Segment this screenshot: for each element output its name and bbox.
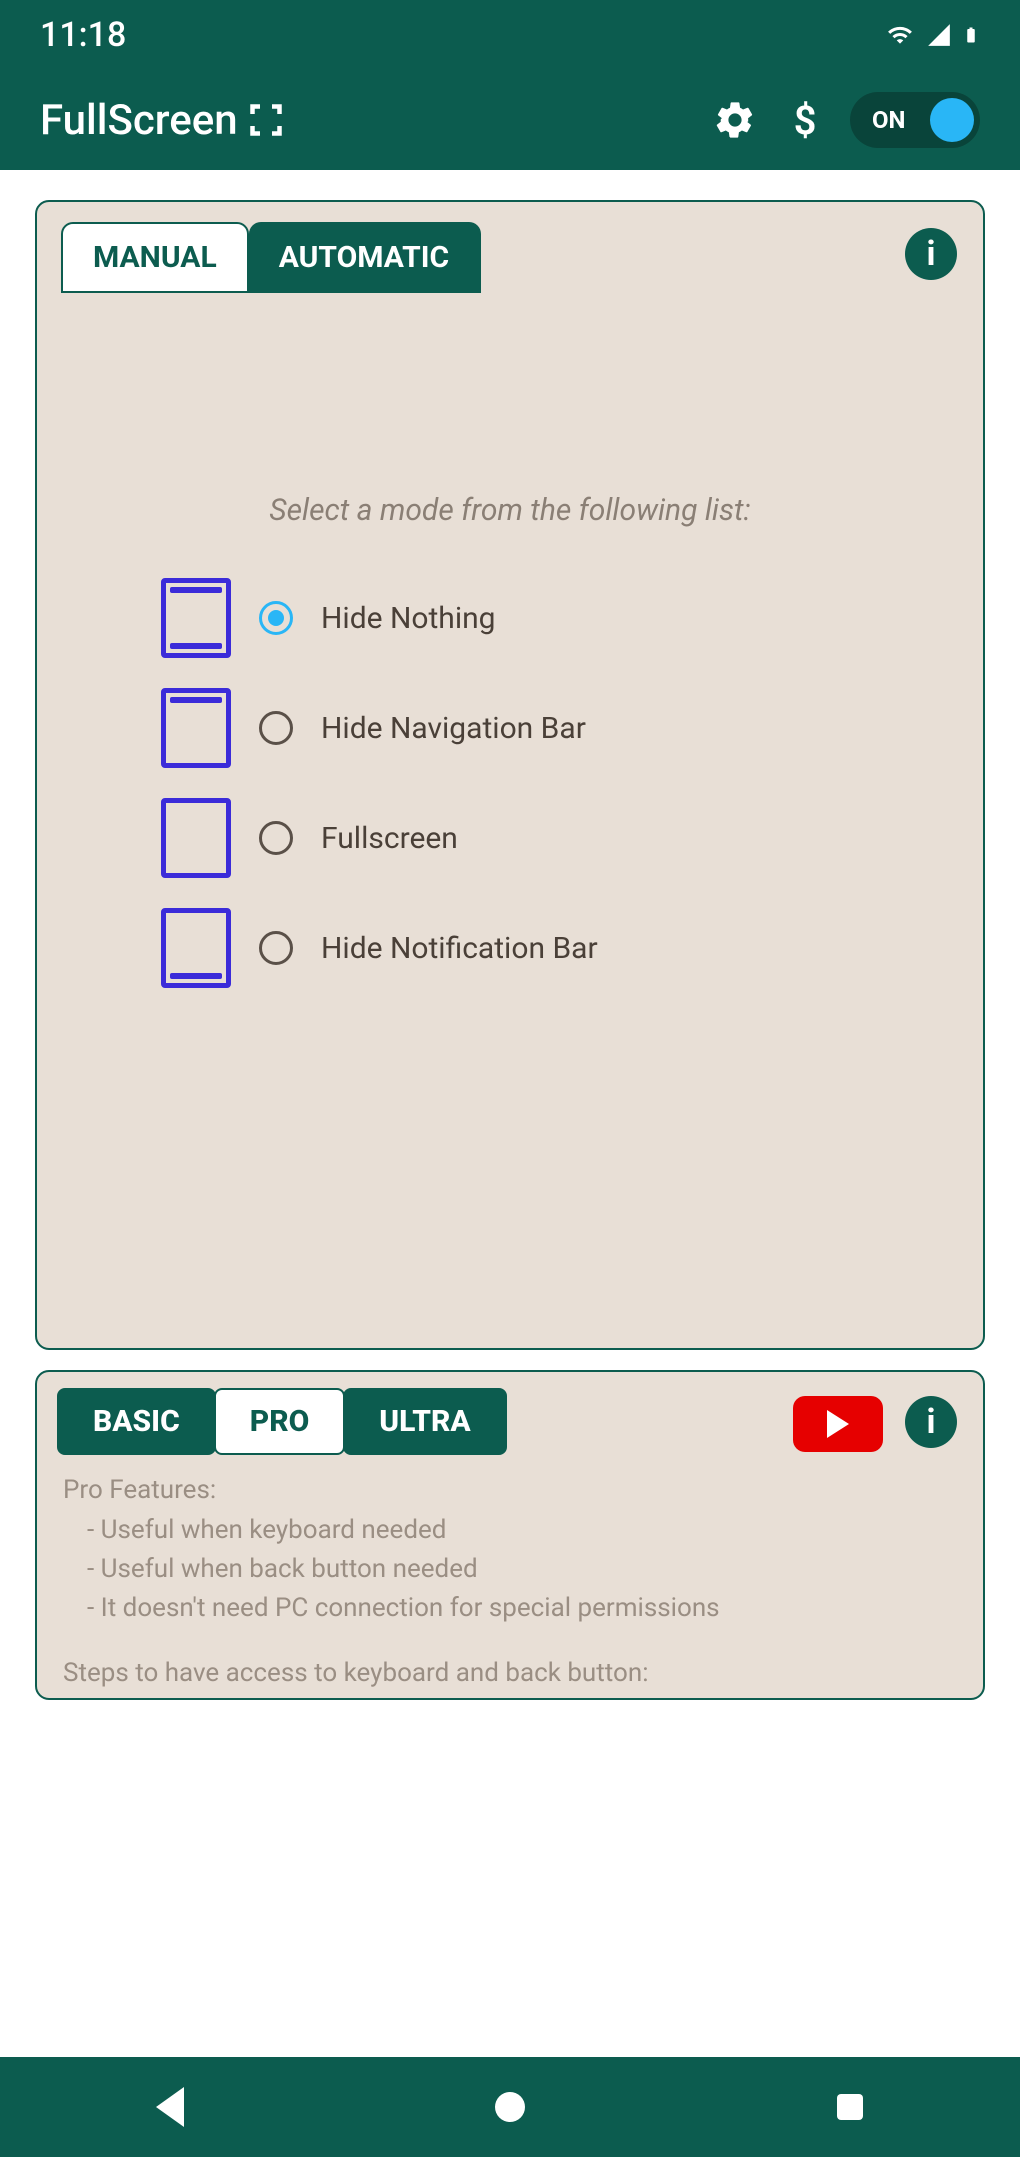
navigation-bar: [0, 2057, 1020, 2157]
tab-automatic[interactable]: AUTOMATIC: [249, 222, 481, 293]
features-title: Pro Features:: [63, 1475, 963, 1505]
mode-label: Fullscreen: [321, 821, 458, 856]
feature-item: It doesn't need PC connection for specia…: [87, 1589, 963, 1628]
nav-home-button[interactable]: [480, 2077, 540, 2137]
radio: [259, 711, 293, 745]
plan-tab-ultra[interactable]: ULTRA: [343, 1388, 506, 1455]
feature-item: Useful when back button needed: [87, 1550, 963, 1589]
phone-full-icon: [161, 578, 231, 658]
app-title: FullScreen: [40, 96, 690, 145]
tab-manual[interactable]: MANUAL: [61, 222, 249, 293]
feature-item: Useful when keyboard needed: [87, 1511, 963, 1550]
signal-icon: [924, 22, 954, 48]
battery-icon: [962, 20, 980, 50]
status-icons: [884, 20, 980, 50]
mode-label: Hide Navigation Bar: [321, 711, 586, 746]
features-list: Useful when keyboard needed Useful when …: [57, 1511, 963, 1628]
settings-button[interactable]: [710, 95, 760, 145]
status-time: 11:18: [40, 15, 126, 55]
info-icon: i: [927, 1402, 936, 1442]
mode-option-hide-nothing[interactable]: Hide Nothing: [161, 578, 959, 658]
content-area: MANUAL AUTOMATIC i Select a mode from th…: [0, 170, 1020, 2057]
wifi-icon: [884, 22, 916, 48]
mode-prompt: Select a mode from the following list:: [61, 493, 959, 528]
plan-tab-pro[interactable]: PRO: [214, 1388, 346, 1455]
mode-card: MANUAL AUTOMATIC i Select a mode from th…: [35, 200, 985, 1350]
plan-info-button[interactable]: i: [905, 1396, 957, 1448]
status-bar: 11:18: [0, 0, 1020, 70]
youtube-button[interactable]: [793, 1396, 883, 1452]
app-bar: FullScreen $ ON: [0, 70, 1020, 170]
mode-option-fullscreen[interactable]: Fullscreen: [161, 798, 959, 878]
radio-selected: [259, 601, 293, 635]
phone-topbar-icon: [161, 688, 231, 768]
back-icon: [156, 2087, 184, 2127]
nav-back-button[interactable]: [140, 2077, 200, 2137]
phone-bottombar-icon: [161, 908, 231, 988]
mode-info-button[interactable]: i: [905, 228, 957, 280]
steps-text: Steps to have access to keyboard and bac…: [63, 1658, 963, 1688]
mode-tabs: MANUAL AUTOMATIC: [61, 222, 959, 293]
nav-recent-button[interactable]: [820, 2077, 880, 2137]
gear-icon: [713, 98, 757, 142]
mode-option-hide-notification[interactable]: Hide Notification Bar: [161, 908, 959, 988]
radio: [259, 821, 293, 855]
phone-empty-icon: [161, 798, 231, 878]
master-toggle[interactable]: ON: [850, 92, 980, 148]
mode-list: Hide Nothing Hide Navigation Bar Fullscr…: [61, 578, 959, 988]
radio: [259, 931, 293, 965]
mode-option-hide-nav[interactable]: Hide Navigation Bar: [161, 688, 959, 768]
plan-tab-basic[interactable]: BASIC: [57, 1388, 216, 1455]
mode-label: Hide Nothing: [321, 601, 496, 636]
plan-card: BASIC PRO ULTRA i Pro Features: Useful w…: [35, 1370, 985, 1700]
app-title-text: FullScreen: [40, 96, 238, 145]
home-icon: [495, 2092, 525, 2122]
recent-icon: [837, 2094, 863, 2120]
info-icon: i: [927, 234, 936, 274]
purchase-button[interactable]: $: [780, 95, 830, 145]
mode-label: Hide Notification Bar: [321, 931, 598, 966]
toggle-thumb: [930, 98, 974, 142]
toggle-label: ON: [872, 106, 905, 134]
fullscreen-icon: [248, 102, 284, 138]
